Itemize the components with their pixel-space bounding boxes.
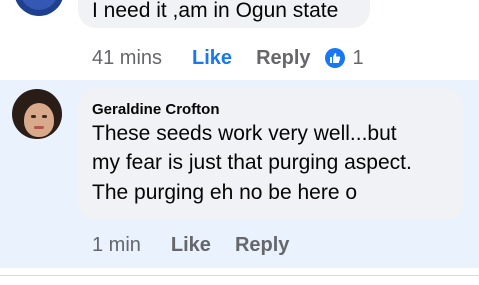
reply-button[interactable]: Reply xyxy=(256,47,310,70)
comment-timestamp[interactable]: 1 min xyxy=(92,234,141,257)
comments-screen: I need it ,am in Ogun state 41 mins Like… xyxy=(0,0,479,285)
like-button[interactable]: Like xyxy=(171,234,211,257)
divider xyxy=(0,275,479,276)
commenter-avatar[interactable] xyxy=(12,89,62,139)
comment-actions: 1 min Like Reply xyxy=(92,232,289,258)
comment-author[interactable]: Geraldine Crofton xyxy=(92,101,220,118)
reply-comment: Geraldine Crofton These seeds work very … xyxy=(0,80,479,268)
like-icon[interactable] xyxy=(324,48,345,68)
avatar-face xyxy=(24,103,54,137)
comment-text-line: The purging eh no be here o xyxy=(92,181,358,204)
comment-text-line: my fear is just that purging aspect. xyxy=(92,151,412,174)
reaction-count[interactable]: 1 xyxy=(353,47,364,70)
comment-timestamp[interactable]: 41 mins xyxy=(92,47,162,70)
avatar-mouth xyxy=(34,126,44,129)
commenter-avatar[interactable] xyxy=(14,0,64,16)
like-button[interactable]: Like xyxy=(192,47,232,70)
reply-button[interactable]: Reply xyxy=(235,234,289,257)
avatar-eye xyxy=(42,115,47,118)
avatar-eye xyxy=(31,115,36,118)
comment-actions: 41 mins Like Reply 1 xyxy=(92,45,364,71)
comment-text-line: These seeds work very well...but xyxy=(92,122,397,145)
avatar-image xyxy=(20,0,58,10)
comment-text: I need it ,am in Ogun state xyxy=(92,0,339,22)
